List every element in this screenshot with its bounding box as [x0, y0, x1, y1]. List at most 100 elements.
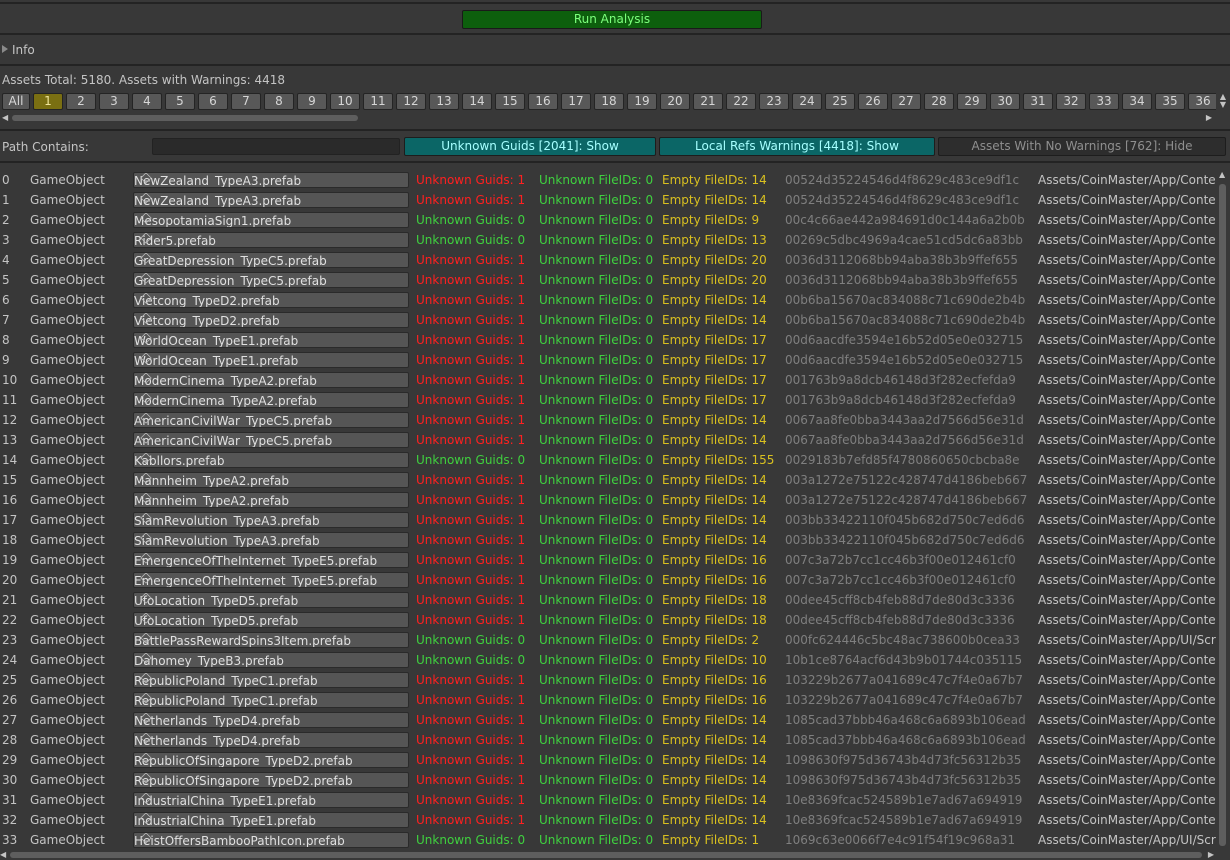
- object-field[interactable]: Netherlands_TypeD4.prefab: [133, 712, 409, 728]
- row-type: GameObject: [30, 273, 105, 287]
- object-field[interactable]: NewZealand_TypeA3.prefab: [133, 192, 409, 208]
- object-field[interactable]: GreatDepression_TypeC5.prefab: [133, 252, 409, 268]
- info-foldout[interactable]: Info: [2, 42, 35, 58]
- list-horizontal-scrollbar[interactable]: ◀ ▶: [0, 850, 1216, 860]
- object-field[interactable]: MesopotamiaSign1.prefab: [133, 212, 409, 228]
- page-button-11[interactable]: 11: [363, 93, 393, 110]
- object-field[interactable]: SiamRevolution_TypeA3.prefab: [133, 512, 409, 528]
- page-button-19[interactable]: 19: [627, 93, 657, 110]
- object-field[interactable]: ModernCinema_TypeA2.prefab: [133, 372, 409, 388]
- page-button-28[interactable]: 28: [924, 93, 954, 110]
- scroll-left-arrow-icon[interactable]: ◀: [2, 113, 8, 122]
- page-button-22[interactable]: 22: [726, 93, 756, 110]
- page-button-32[interactable]: 32: [1056, 93, 1086, 110]
- page-button-16[interactable]: 16: [528, 93, 558, 110]
- page-button-21[interactable]: 21: [693, 93, 723, 110]
- page-button-35[interactable]: 35: [1155, 93, 1185, 110]
- page-button-3[interactable]: 3: [99, 93, 129, 110]
- object-field[interactable]: Rider5.prefab: [133, 232, 409, 248]
- empty-fileids-status: Empty FileIDs: 14: [662, 713, 767, 727]
- object-field[interactable]: NewZealand_TypeA3.prefab: [133, 172, 409, 188]
- page-button-31[interactable]: 31: [1023, 93, 1053, 110]
- empty-fileids-status: Empty FileIDs: 14: [662, 493, 767, 507]
- page-button-8[interactable]: 8: [264, 93, 294, 110]
- page-button-7[interactable]: 7: [231, 93, 261, 110]
- object-field[interactable]: Netherlands_TypeD4.prefab: [133, 732, 409, 748]
- vertical-scrollbar[interactable]: ▲: [1216, 170, 1230, 850]
- asset-path: Assets/CoinMaster/App/Conten: [1038, 213, 1216, 227]
- object-field[interactable]: Vietcong_TypeD2.prefab: [133, 312, 409, 328]
- page-button-34[interactable]: 34: [1122, 93, 1152, 110]
- page-button-6[interactable]: 6: [198, 93, 228, 110]
- object-field[interactable]: IndustrialChina_TypeE1.prefab: [133, 792, 409, 808]
- page-button-18[interactable]: 18: [594, 93, 624, 110]
- scrollbar-thumb[interactable]: [1219, 184, 1226, 846]
- page-button-29[interactable]: 29: [957, 93, 987, 110]
- run-analysis-button[interactable]: Run Analysis: [462, 10, 762, 29]
- page-button-25[interactable]: 25: [825, 93, 855, 110]
- page-button-36[interactable]: 36: [1188, 93, 1216, 110]
- object-field[interactable]: Kabllors.prefab: [133, 452, 409, 468]
- scrollbar-thumb[interactable]: [12, 115, 358, 121]
- object-field[interactable]: EmergenceOfTheInternet_TypeE5.prefab: [133, 552, 409, 568]
- object-field[interactable]: Mannheim_TypeA2.prefab: [133, 492, 409, 508]
- page-button-10[interactable]: 10: [330, 93, 360, 110]
- page-button-13[interactable]: 13: [429, 93, 459, 110]
- page-button-26[interactable]: 26: [858, 93, 888, 110]
- no-warnings-toggle[interactable]: Assets With No Warnings [762]: Hide: [938, 137, 1226, 156]
- page-button-17[interactable]: 17: [561, 93, 591, 110]
- object-field[interactable]: RepublicPoland_TypeC1.prefab: [133, 672, 409, 688]
- page-button-14[interactable]: 14: [462, 93, 492, 110]
- object-field[interactable]: ModernCinema_TypeA2.prefab: [133, 392, 409, 408]
- page-button-4[interactable]: 4: [132, 93, 162, 110]
- object-field[interactable]: Vietcong_TypeD2.prefab: [133, 292, 409, 308]
- object-field[interactable]: RepublicOfSingapore_TypeD2.prefab: [133, 752, 409, 768]
- object-field[interactable]: RepublicPoland_TypeC1.prefab: [133, 692, 409, 708]
- page-button-27[interactable]: 27: [891, 93, 921, 110]
- unknown-guids-status: Unknown Guids: 0: [416, 453, 526, 467]
- scroll-right-arrow-icon[interactable]: ▶: [1206, 113, 1212, 122]
- table-row: 26 GameObject RepublicPoland_TypeC1.prefab…: [0, 690, 1216, 710]
- page-button-1[interactable]: 1: [33, 93, 63, 110]
- page-horizontal-scrollbar[interactable]: ◀ ▶: [2, 113, 1214, 123]
- page-button-12[interactable]: 12: [396, 93, 426, 110]
- scroll-up-arrow-icon[interactable]: ▲: [1219, 170, 1225, 179]
- page-button-23[interactable]: 23: [759, 93, 789, 110]
- object-field[interactable]: WorldOcean_TypeE1.prefab: [133, 332, 409, 348]
- local-refs-toggle[interactable]: Local Refs Warnings [4418]: Show: [659, 137, 935, 156]
- page-button-33[interactable]: 33: [1089, 93, 1119, 110]
- page-button-15[interactable]: 15: [495, 93, 525, 110]
- page-button-20[interactable]: 20: [660, 93, 690, 110]
- page-button-24[interactable]: 24: [792, 93, 822, 110]
- page-row-scroll-arrows[interactable]: ▲ ▼: [1218, 93, 1228, 110]
- object-field[interactable]: GreatDepression_TypeC5.prefab: [133, 272, 409, 288]
- unknown-fileids-status: Unknown FileIDs: 0: [539, 293, 654, 307]
- page-button-5[interactable]: 5: [165, 93, 195, 110]
- object-field[interactable]: UfoLocation_TypeD5.prefab: [133, 612, 409, 628]
- object-field[interactable]: BattlePassRewardSpins3Item.prefab: [133, 632, 409, 648]
- object-field[interactable]: HeistOffersBambooPathIcon.prefab: [133, 832, 409, 848]
- object-field[interactable]: UfoLocation_TypeD5.prefab: [133, 592, 409, 608]
- object-field[interactable]: Mannheim_TypeA2.prefab: [133, 472, 409, 488]
- scrollbar-thumb[interactable]: [10, 852, 1202, 858]
- object-field[interactable]: RepublicOfSingapore_TypeD2.prefab: [133, 772, 409, 788]
- object-field[interactable]: EmergenceOfTheInternet_TypeE5.prefab: [133, 572, 409, 588]
- page-button-all[interactable]: All: [2, 93, 30, 110]
- page-selector: All 1 2 3 4 5 6 7 8 9 10 11 12 13 14 15 16 17 18 19 20 21 22 23…: [2, 93, 1216, 110]
- object-field[interactable]: AmericanCivilWar_TypeC5.prefab: [133, 432, 409, 448]
- unknown-guids-toggle[interactable]: Unknown Guids [2041]: Show: [404, 137, 656, 156]
- unknown-guids-status: Unknown Guids: 1: [416, 693, 526, 707]
- object-field[interactable]: SiamRevolution_TypeA3.prefab: [133, 532, 409, 548]
- path-contains-input[interactable]: [152, 138, 400, 155]
- page-button-9[interactable]: 9: [297, 93, 327, 110]
- page-button-30[interactable]: 30: [990, 93, 1020, 110]
- object-field[interactable]: AmericanCivilWar_TypeC5.prefab: [133, 412, 409, 428]
- row-index: 17: [2, 513, 18, 527]
- object-field[interactable]: WorldOcean_TypeE1.prefab: [133, 352, 409, 368]
- table-row: 24 GameObject Dahomey_TypeB3.prefab Unknown…: [0, 650, 1216, 670]
- scroll-left-arrow-icon[interactable]: ◀: [0, 850, 6, 859]
- object-field[interactable]: Dahomey_TypeB3.prefab: [133, 652, 409, 668]
- scroll-right-arrow-icon[interactable]: ▶: [1208, 850, 1214, 859]
- page-button-2[interactable]: 2: [66, 93, 96, 110]
- object-field[interactable]: IndustrialChina_TypeE1.prefab: [133, 812, 409, 828]
